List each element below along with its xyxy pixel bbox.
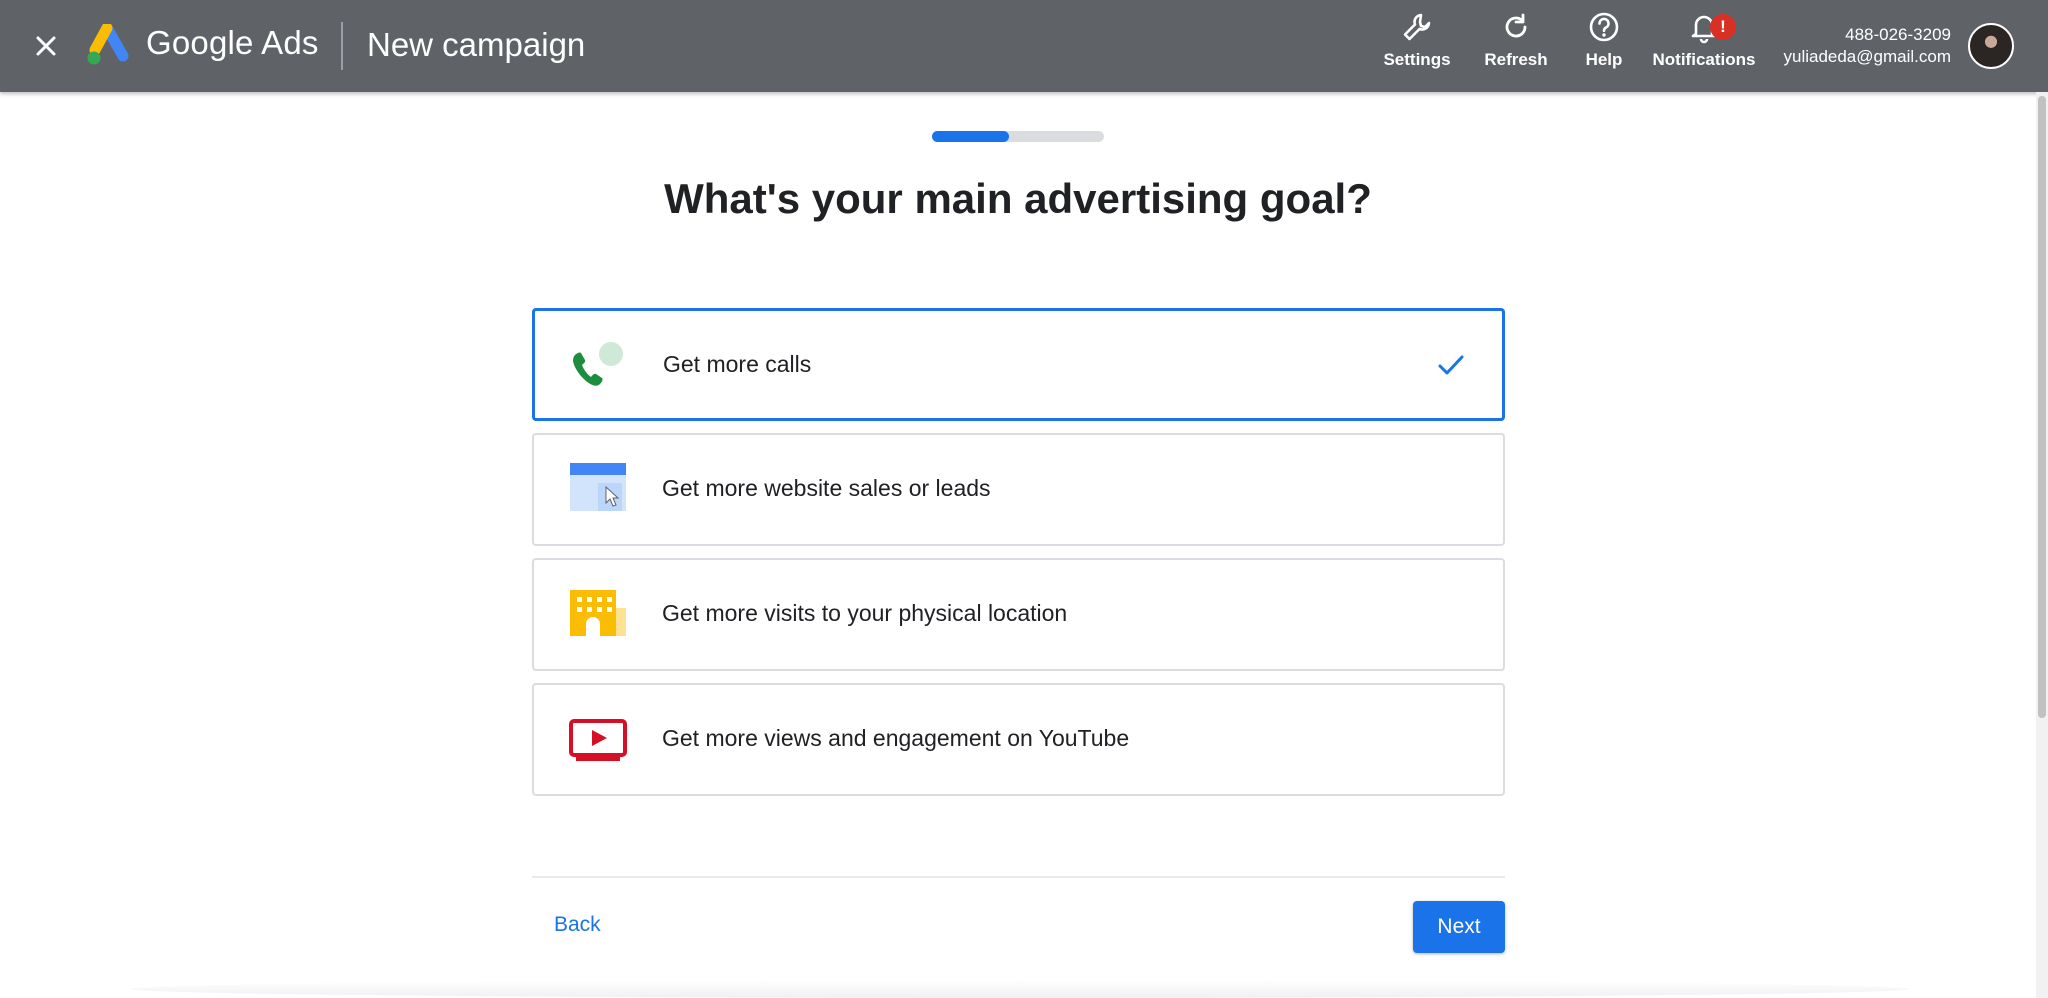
account-phone: 488-026-3209 bbox=[1845, 25, 1951, 44]
footer-divider bbox=[532, 876, 1505, 878]
account-email: yuliadeda@gmail.com bbox=[1783, 47, 1951, 66]
goal-option-label: Get more calls bbox=[663, 351, 812, 377]
goal-question-heading: What's your main advertising goal? bbox=[664, 175, 1372, 222]
settings-label: Settings bbox=[1383, 50, 1451, 69]
checkmark-icon bbox=[1435, 349, 1467, 381]
goal-option-label: Get more website sales or leads bbox=[662, 475, 991, 501]
back-button[interactable]: Back bbox=[554, 913, 601, 937]
next-button[interactable]: Next bbox=[1413, 901, 1505, 953]
goal-option-label: Get more visits to your physical locatio… bbox=[662, 600, 1068, 626]
video-play-icon bbox=[568, 711, 628, 769]
brand-name: Google Ads bbox=[146, 24, 319, 61]
avatar[interactable] bbox=[1968, 23, 2014, 69]
goal-option-label: Get more views and engagement on YouTube bbox=[662, 725, 1130, 751]
step-progress-bar bbox=[932, 131, 1104, 142]
help-label: Help bbox=[1585, 50, 1623, 69]
top-app-bar: Google Ads New campaign Settings Refresh… bbox=[0, 0, 2048, 92]
account-info[interactable]: 488-026-3209 yuliadeda@gmail.com bbox=[1783, 24, 1951, 68]
website-cursor-icon bbox=[568, 461, 628, 519]
refresh-icon bbox=[1505, 13, 1527, 38]
notifications-label: Notifications bbox=[1652, 50, 1756, 69]
google-ads-logo-icon bbox=[86, 22, 132, 66]
header-divider bbox=[341, 22, 343, 70]
help-circle-icon bbox=[1589, 12, 1619, 42]
help-button[interactable]: Help bbox=[1580, 10, 1628, 74]
phone-chat-icon bbox=[569, 337, 629, 395]
wrench-icon bbox=[1403, 13, 1431, 41]
step-progress-fill bbox=[932, 131, 1010, 142]
close-icon[interactable] bbox=[28, 28, 64, 64]
goal-option-physical-visits[interactable]: Get more visits to your physical locatio… bbox=[532, 558, 1505, 671]
scrollbar-thumb[interactable] bbox=[2038, 96, 2046, 718]
goal-option-youtube-views[interactable]: Get more views and engagement on YouTube bbox=[532, 683, 1505, 796]
refresh-label: Refresh bbox=[1484, 50, 1548, 69]
building-icon bbox=[568, 586, 628, 644]
page-shadow bbox=[130, 980, 1910, 998]
settings-button[interactable]: Settings bbox=[1382, 10, 1452, 74]
notifications-button[interactable]: Notifications ! bbox=[1650, 10, 1758, 74]
page-title: New campaign bbox=[367, 26, 586, 63]
page-scrollbar[interactable] bbox=[2036, 92, 2048, 998]
goal-option-calls[interactable]: Get more calls bbox=[532, 308, 1505, 421]
goal-option-website-sales[interactable]: Get more website sales or leads bbox=[532, 433, 1505, 546]
notification-badge: ! bbox=[1710, 14, 1736, 40]
refresh-button[interactable]: Refresh bbox=[1480, 10, 1552, 74]
